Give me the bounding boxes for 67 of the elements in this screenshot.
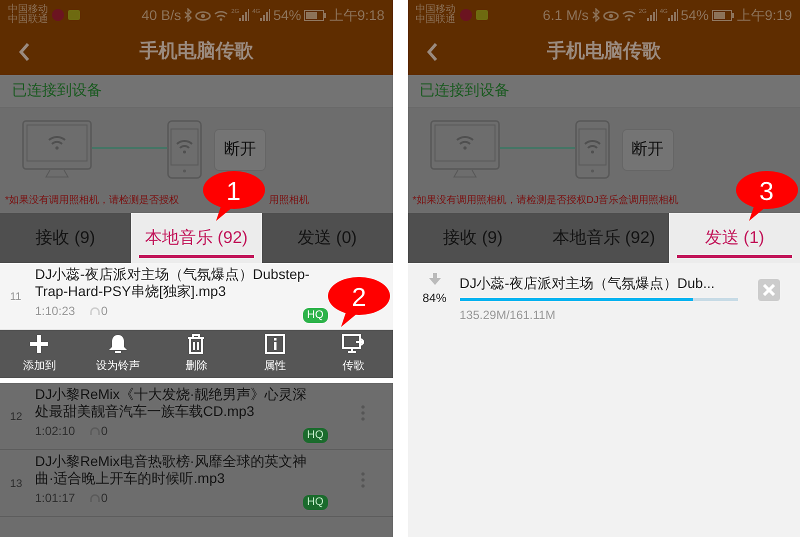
download-arrow-icon: [428, 273, 440, 285]
action-button[interactable]: 删除: [157, 330, 236, 378]
signal-icon: [260, 9, 270, 21]
tab[interactable]: 发送 (1): [669, 213, 800, 263]
warning-text: *如果没有调用照相机，请检测是否授权: [5, 194, 179, 208]
back-button[interactable]: [18, 42, 30, 62]
action-button[interactable]: 设为铃声: [78, 330, 157, 378]
bell-icon: [106, 333, 129, 356]
back-button[interactable]: [426, 42, 438, 62]
bluetooth-icon: [184, 8, 192, 22]
track-number: 13: [10, 477, 24, 492]
carrier-label: 中国联通: [416, 15, 456, 25]
battery-percentage: 54%: [273, 6, 302, 24]
action-button[interactable]: 传歌: [314, 330, 392, 378]
clock-time: 上午9:18: [329, 6, 384, 24]
disconnect-button[interactable]: 断开: [622, 129, 674, 171]
signal-icon: [668, 9, 678, 21]
clock-time: 上午9:19: [736, 6, 792, 24]
connection-status: 已连接到设备: [420, 80, 510, 101]
signal-icon: [239, 9, 250, 21]
app-badge-icon: [52, 9, 64, 21]
signal-icon: [646, 9, 657, 21]
warning-text: 用照相机: [268, 194, 309, 208]
wifi-icon: [622, 9, 636, 21]
tab[interactable]: 本地音乐 (92): [130, 213, 262, 263]
wifi-icon: [214, 9, 228, 21]
track-title: DJ小黎ReMix电音热歌榜·风靡全球的英文神曲·适合晚上开车的时候听.mp3: [35, 453, 308, 487]
quality-badge: HQ: [303, 495, 328, 510]
progress-percentage: 84%: [422, 290, 447, 307]
track-duration: 1:02:10: [35, 423, 76, 440]
transfer-title: DJ小蕊-夜店派对主场（气氛爆点）Dub...: [460, 274, 716, 293]
plus-icon: [28, 333, 50, 356]
play-count: 0: [101, 490, 108, 507]
battery-icon: [712, 10, 734, 20]
warning-text: *如果没有调用照相机，请检测是否授权DJ音乐盒调用照相机: [412, 194, 679, 208]
track-number: 12: [10, 410, 24, 426]
disconnect-button[interactable]: 断开: [214, 129, 266, 171]
action-button[interactable]: 添加到: [0, 330, 78, 378]
battery-icon: [304, 10, 326, 20]
transfer-size: 135.29M/161.11M: [460, 307, 556, 324]
page-title: 手机电脑传歌: [139, 40, 254, 64]
track-duration: 1:10:23: [35, 303, 76, 320]
carrier-label: 中国联通: [8, 15, 48, 25]
headphones-icon: [89, 305, 102, 317]
play-count: 0: [101, 423, 108, 440]
app-badge-icon: [460, 9, 472, 21]
page-title: 手机电脑传歌: [546, 40, 661, 64]
connection-status: 已连接到设备: [12, 80, 102, 101]
network-speed: 40 B/s: [141, 6, 182, 24]
bluetooth-icon: [592, 8, 600, 22]
eye-icon: [195, 9, 212, 21]
info-icon: [264, 333, 286, 356]
monitor-arrow-icon: [342, 333, 364, 356]
quality-badge: HQ: [303, 308, 328, 323]
close-icon: [762, 284, 774, 296]
carrier-label: 中国移动: [8, 5, 48, 15]
track-number: 11: [10, 290, 22, 306]
track-duration: 1:01:17: [35, 490, 76, 507]
eye-icon: [602, 9, 619, 21]
track-title: DJ小黎ReMix《十大发烧·靓绝男声》心灵深处最甜美靓音汽车一族车载CD.mp3: [35, 386, 308, 420]
action-button[interactable]: 属性: [236, 330, 314, 378]
battery-percentage: 54%: [680, 6, 709, 24]
network-speed: 6.1 M/s: [542, 6, 589, 24]
track-title: DJ小蕊-夜店派对主场（气氛爆点）Dubstep-Trap-Hard-PSY串烧[独家].mp3: [35, 266, 311, 300]
quality-badge: HQ: [303, 428, 328, 443]
carrier-label: 中国移动: [416, 5, 456, 15]
play-count: 0: [101, 303, 108, 320]
